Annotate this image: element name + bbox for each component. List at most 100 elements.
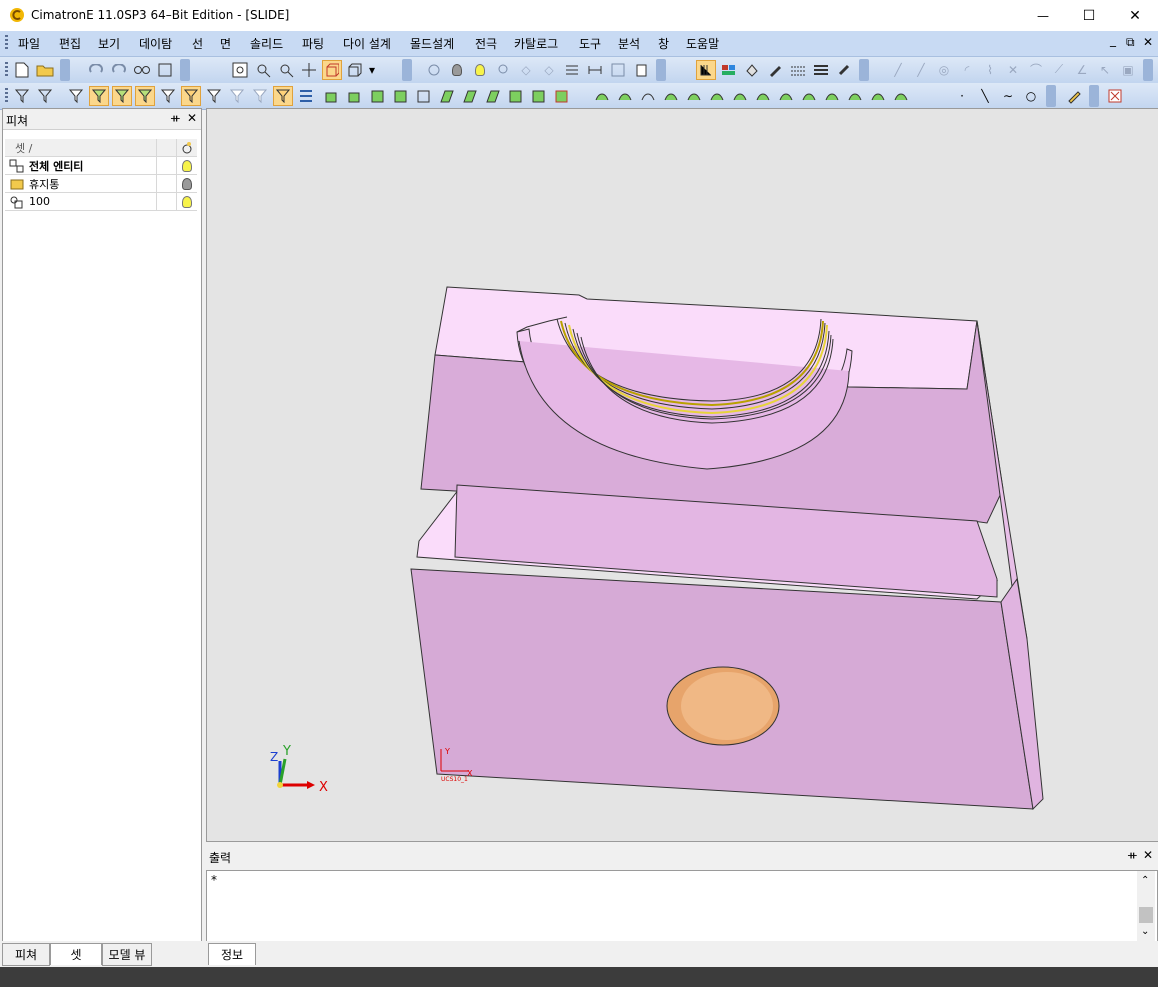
output-console[interactable]: * ⌃ ⌄ bbox=[206, 870, 1158, 943]
tab-set[interactable]: 셋 bbox=[50, 943, 102, 965]
layers-icon[interactable] bbox=[562, 60, 582, 80]
bulb-yellow-icon[interactable] bbox=[470, 60, 490, 80]
fillet-tool-icon[interactable]: ⌒ bbox=[1026, 60, 1046, 80]
select-tool-icon[interactable]: ↖ bbox=[1095, 60, 1115, 80]
cut-icon[interactable] bbox=[552, 86, 572, 106]
mdi-close-button[interactable]: ✕ bbox=[1141, 35, 1155, 49]
toolbar-options-icon[interactable] bbox=[60, 58, 70, 81]
menu-surface[interactable]: 면 bbox=[218, 35, 233, 52]
tab-feature[interactable]: 피쳐 bbox=[2, 943, 50, 966]
paint-bucket-icon[interactable] bbox=[742, 60, 762, 80]
menu-analysis[interactable]: 분석 bbox=[616, 35, 642, 52]
zoom-icon[interactable] bbox=[276, 60, 296, 80]
point-icon[interactable]: · bbox=[952, 86, 972, 106]
scroll-up-icon[interactable]: ⌃ bbox=[1141, 875, 1149, 886]
shaded-view-icon[interactable] bbox=[322, 59, 342, 80]
pan-icon[interactable] bbox=[299, 60, 319, 80]
surface-10-icon[interactable] bbox=[799, 86, 819, 106]
zoom-window-icon[interactable] bbox=[253, 60, 273, 80]
column-header-set[interactable]: 셋 / bbox=[5, 139, 157, 156]
toolbar-grip[interactable] bbox=[5, 88, 8, 104]
undo-icon[interactable] bbox=[86, 60, 106, 80]
menu-help[interactable]: 도움말 bbox=[684, 35, 721, 52]
menu-view[interactable]: 보기 bbox=[96, 35, 122, 52]
surface-11-icon[interactable] bbox=[822, 86, 842, 106]
table-row[interactable]: 휴지통 bbox=[5, 175, 197, 193]
surface-7-icon[interactable] bbox=[730, 86, 750, 106]
filter-datum-icon[interactable] bbox=[227, 86, 247, 106]
surface-12-icon[interactable] bbox=[845, 86, 865, 106]
properties-icon[interactable] bbox=[155, 60, 175, 80]
table-row[interactable]: 100 bbox=[5, 193, 197, 211]
toolbar-options-icon[interactable] bbox=[656, 58, 666, 81]
filter-icon[interactable] bbox=[35, 86, 55, 106]
menu-mold-design[interactable]: 몰드설계 bbox=[408, 35, 456, 52]
pen-icon[interactable] bbox=[765, 60, 785, 80]
filter-sketch-icon[interactable] bbox=[204, 86, 224, 106]
arc-tool-icon[interactable]: ◜ bbox=[957, 60, 977, 80]
filter-solid-icon[interactable] bbox=[135, 85, 155, 106]
line-icon[interactable]: ╲ bbox=[975, 86, 995, 106]
surface-4-icon[interactable] bbox=[661, 86, 681, 106]
angle-tool-icon[interactable]: ∠ bbox=[1072, 60, 1092, 80]
menu-edit[interactable]: 편집 bbox=[57, 35, 83, 52]
surface-2-icon[interactable] bbox=[615, 86, 635, 106]
polyline-tool-icon[interactable]: ╱ bbox=[911, 60, 931, 80]
menu-electrode[interactable]: 전극 bbox=[473, 35, 499, 52]
filter-select-icon[interactable] bbox=[12, 86, 32, 106]
snap-icon[interactable] bbox=[608, 60, 628, 80]
draft-icon[interactable] bbox=[437, 86, 457, 106]
toolbar-options-icon[interactable] bbox=[402, 58, 412, 81]
filter-edge-icon[interactable] bbox=[181, 85, 201, 106]
line-width-icon[interactable] bbox=[811, 60, 831, 80]
chamfer-icon[interactable] bbox=[483, 86, 503, 106]
color-map-icon[interactable] bbox=[719, 60, 739, 80]
shell-icon[interactable] bbox=[414, 86, 434, 106]
surface-8-icon[interactable] bbox=[753, 86, 773, 106]
toolbar-options-icon[interactable] bbox=[1089, 84, 1099, 107]
new-file-icon[interactable] bbox=[12, 60, 32, 80]
line-style-icon[interactable] bbox=[788, 60, 808, 80]
bulb-gray-icon[interactable] bbox=[447, 60, 467, 80]
surface-9-icon[interactable] bbox=[776, 86, 796, 106]
loft-icon[interactable] bbox=[391, 86, 411, 106]
minimize-button[interactable]: — bbox=[1020, 0, 1066, 31]
circle-tool-icon[interactable]: ◎ bbox=[934, 60, 954, 80]
menu-solid[interactable]: 솔리드 bbox=[248, 35, 285, 52]
maximize-button[interactable]: ☐ bbox=[1066, 0, 1112, 31]
line-tool-icon[interactable]: ╱ bbox=[888, 60, 908, 80]
delete-icon[interactable] bbox=[1105, 86, 1125, 106]
tab-info[interactable]: 정보 bbox=[208, 943, 256, 965]
brush-icon[interactable] bbox=[834, 60, 854, 80]
filter-dimension-icon[interactable] bbox=[250, 86, 270, 106]
toolbar-options-icon[interactable] bbox=[1143, 58, 1153, 81]
filter-feature-icon[interactable] bbox=[273, 85, 293, 106]
open-folder-icon[interactable] bbox=[35, 60, 55, 80]
toolbar-options-icon[interactable] bbox=[1046, 84, 1056, 107]
show-hide-icon[interactable] bbox=[424, 60, 444, 80]
sweep-icon[interactable] bbox=[368, 86, 388, 106]
zoom-all-icon[interactable] bbox=[230, 60, 250, 80]
boolean-icon[interactable] bbox=[506, 86, 526, 106]
menu-tools[interactable]: 도구 bbox=[577, 35, 603, 52]
surface-5-icon[interactable] bbox=[684, 86, 704, 106]
spline-tool-icon[interactable]: ⌇ bbox=[980, 60, 1000, 80]
graphics-viewport[interactable]: X Y Z Y X UCS10_1 bbox=[206, 108, 1158, 842]
next-icon[interactable]: ◇ bbox=[539, 60, 559, 80]
tab-model-view[interactable]: 모델 뷰 bbox=[102, 943, 152, 966]
bulb-on-icon[interactable] bbox=[182, 159, 193, 172]
menu-window[interactable]: 창 bbox=[656, 35, 671, 52]
column-header-visibility-icon[interactable] bbox=[177, 139, 197, 156]
bulb-off-icon[interactable] bbox=[182, 177, 193, 190]
close-button[interactable]: ✕ bbox=[1112, 0, 1158, 31]
attach-icon[interactable] bbox=[631, 60, 651, 80]
redo-icon[interactable] bbox=[109, 60, 129, 80]
filter-face-icon[interactable] bbox=[112, 85, 132, 106]
extrude-icon[interactable] bbox=[322, 86, 342, 106]
filter-curve-icon[interactable] bbox=[89, 85, 109, 106]
scroll-down-icon[interactable]: ⌄ bbox=[1141, 926, 1149, 937]
menu-curve[interactable]: 선 bbox=[190, 35, 205, 52]
frame-tool-icon[interactable]: ▣ bbox=[1118, 60, 1138, 80]
toolbar-options-icon[interactable] bbox=[180, 58, 190, 81]
circle-icon[interactable]: ○ bbox=[1021, 86, 1041, 106]
